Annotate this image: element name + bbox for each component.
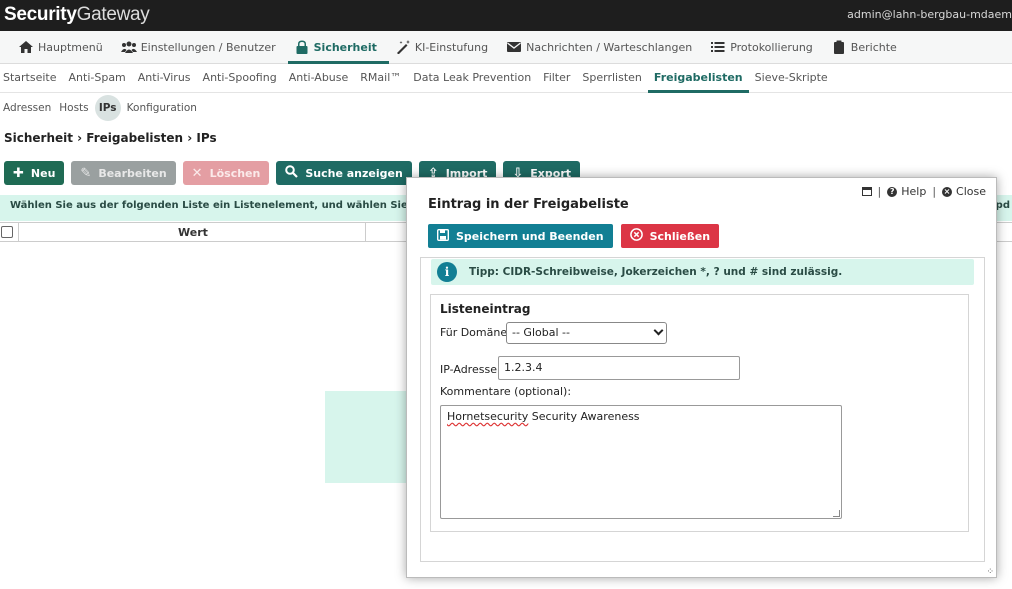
domain-label: Für Domäne: bbox=[440, 326, 511, 339]
close-icon[interactable]: × bbox=[942, 186, 953, 197]
comment-label: Kommentare (optional): bbox=[440, 385, 572, 398]
users-icon bbox=[120, 41, 137, 53]
nav-einstellungen[interactable]: Einstellungen / Benutzer bbox=[115, 31, 288, 64]
top-bar: SecurityGateway admin@lahn-bergbau-mdaem bbox=[0, 0, 1012, 31]
ip-address-label: IP-Adresse: bbox=[440, 363, 501, 376]
nav-sicherheit[interactable]: Sicherheit bbox=[287, 31, 390, 64]
breadcrumb: Sicherheit › Freigabelisten › IPs bbox=[4, 131, 217, 145]
magic-wand-icon bbox=[396, 40, 410, 54]
dialog-resize-grip[interactable]: ⁘ bbox=[986, 568, 993, 577]
window-icon[interactable] bbox=[861, 187, 872, 196]
whitelist-entry-dialog: | ? Help | × Close Eintrag in der Freiga… bbox=[406, 177, 997, 578]
subnav-anti-virus[interactable]: Anti-Virus bbox=[132, 65, 197, 93]
nav-berichte[interactable]: Berichte bbox=[825, 31, 909, 64]
list-icon bbox=[711, 42, 725, 52]
subnav-anti-spoofing[interactable]: Anti-Spoofing bbox=[197, 65, 283, 93]
subsub-nav: Adressen Hosts IPs Konfiguration bbox=[0, 94, 1012, 121]
brand-logo[interactable]: SecurityGateway bbox=[4, 4, 150, 26]
tab-hosts[interactable]: Hosts bbox=[55, 102, 92, 114]
ip-address-input[interactable]: 1.2.3.4 bbox=[498, 356, 740, 380]
help-link[interactable]: Help bbox=[901, 185, 926, 198]
edit-button[interactable]: ✎ Bearbeiten bbox=[71, 161, 176, 185]
close-button[interactable]: Schließen bbox=[620, 224, 720, 248]
chevron-down-icon bbox=[653, 325, 664, 336]
subnav-data-leak-prevention[interactable]: Data Leak Prevention bbox=[407, 65, 537, 93]
new-button[interactable]: ✚ Neu bbox=[4, 161, 65, 185]
column-header-wert[interactable]: Wert bbox=[178, 226, 208, 239]
tab-adressen[interactable]: Adressen bbox=[0, 102, 55, 114]
nav-ki-einstufung[interactable]: KI-Einstufung bbox=[389, 31, 500, 64]
nav-nachrichten[interactable]: Nachrichten / Warteschlangen bbox=[500, 31, 704, 64]
dialog-body: i Tipp: CIDR-Schreibweise, Jokerzeichen … bbox=[420, 257, 985, 562]
subnav-rmail[interactable]: RMail™ bbox=[354, 65, 407, 93]
tab-konfiguration[interactable]: Konfiguration bbox=[123, 102, 201, 114]
info-icon: i bbox=[437, 262, 457, 282]
select-all-checkbox[interactable] bbox=[1, 226, 13, 238]
edit-icon: ✎ bbox=[80, 165, 92, 181]
tip-text: Tipp: CIDR-Schreibweise, Jokerzeichen *,… bbox=[469, 266, 843, 278]
fieldset-legend: Listeneintrag bbox=[440, 302, 531, 316]
domain-select[interactable]: -- Global -- bbox=[506, 322, 667, 344]
resize-handle[interactable] bbox=[833, 510, 840, 517]
lock-icon bbox=[296, 40, 308, 54]
envelope-icon bbox=[507, 42, 522, 52]
plus-icon: ✚ bbox=[13, 165, 24, 181]
subnav-anti-abuse[interactable]: Anti-Abuse bbox=[283, 65, 355, 93]
save-icon bbox=[436, 228, 450, 244]
subnav-sieve-skripte[interactable]: Sieve-Skripte bbox=[749, 65, 834, 93]
clipboard-icon bbox=[833, 40, 844, 54]
nav-protokollierung[interactable]: Protokollierung bbox=[704, 31, 825, 64]
subnav-filter[interactable]: Filter bbox=[537, 65, 576, 93]
dialog-actions: Speichern und Beenden Schließen bbox=[428, 224, 720, 248]
list-entry-fieldset: Listeneintrag Für Domäne: -- Global -- I… bbox=[430, 294, 969, 532]
subnav-anti-spam[interactable]: Anti-Spam bbox=[63, 65, 132, 93]
save-and-close-button[interactable]: Speichern und Beenden bbox=[428, 224, 613, 248]
dialog-title: Eintrag in der Freigabeliste bbox=[428, 197, 629, 212]
subnav-freigabelisten[interactable]: Freigabelisten bbox=[647, 65, 749, 93]
close-link[interactable]: Close bbox=[956, 185, 986, 198]
user-account[interactable]: admin@lahn-bergbau-mdaem bbox=[847, 8, 1012, 21]
tip-box: i Tipp: CIDR-Schreibweise, Jokerzeichen … bbox=[431, 259, 974, 285]
tab-ips[interactable]: IPs bbox=[94, 94, 121, 121]
help-icon[interactable]: ? bbox=[887, 186, 898, 197]
x-circle-icon bbox=[629, 228, 643, 244]
home-icon bbox=[19, 41, 33, 53]
dialog-tools: | ? Help | × Close bbox=[861, 185, 986, 198]
main-nav: Hauptmenü Einstellungen / Benutzer Siche… bbox=[0, 31, 1012, 64]
search-button[interactable]: Suche anzeigen bbox=[276, 161, 412, 185]
delete-button[interactable]: ✕ Löschen bbox=[182, 161, 270, 185]
subnav-sperrlisten[interactable]: Sperrlisten bbox=[576, 65, 647, 93]
sub-nav: Startseite Anti-Spam Anti-Virus Anti-Spo… bbox=[0, 65, 1012, 93]
nav-hauptmenu[interactable]: Hauptmenü bbox=[12, 31, 115, 64]
subnav-startseite[interactable]: Startseite bbox=[0, 65, 63, 93]
background-panel bbox=[325, 391, 415, 483]
search-icon bbox=[285, 164, 299, 182]
x-icon: ✕ bbox=[191, 165, 203, 181]
comment-textarea[interactable]: Hornetsecurity Security Awareness bbox=[440, 405, 842, 519]
